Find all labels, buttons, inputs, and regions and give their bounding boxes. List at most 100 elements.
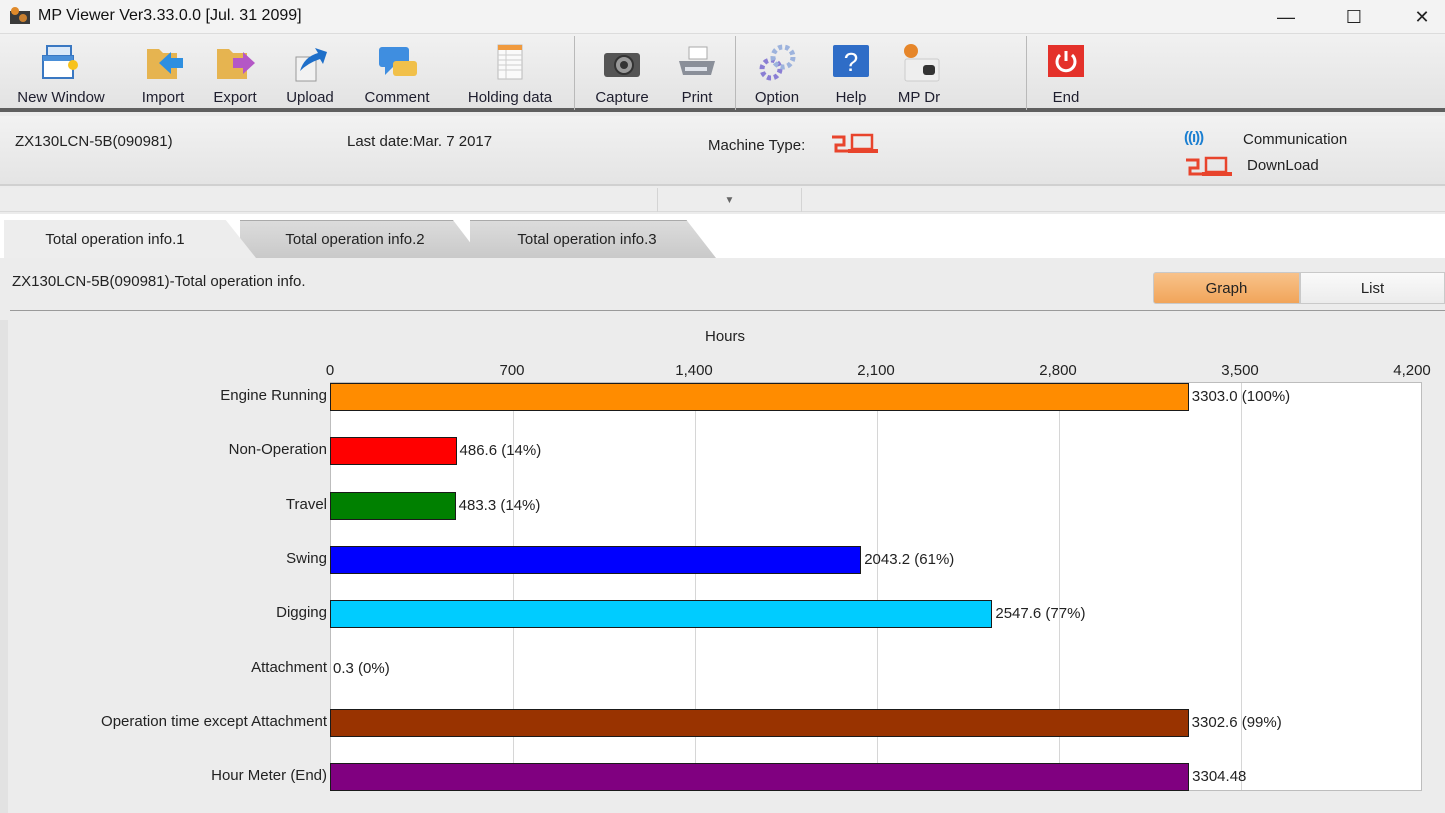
power-icon bbox=[1048, 45, 1084, 77]
import-label: Import bbox=[141, 89, 185, 106]
close-button[interactable]: ✕ bbox=[1388, 0, 1445, 34]
tab-strip: Total operation info.3 Total operation i… bbox=[0, 214, 1445, 258]
download-legend-label: DownLoad bbox=[1247, 157, 1319, 174]
toolbar-separator bbox=[735, 36, 736, 110]
import-button[interactable]: Import bbox=[130, 34, 196, 112]
print-label: Print bbox=[681, 89, 713, 106]
plot-area: 3303.0 (100%) 486.6 (14%) 483.3 (14%) 2043.… bbox=[330, 382, 1422, 792]
end-label: End bbox=[1052, 89, 1080, 106]
window-title: MP Viewer Ver3.33.0.0 [Jul. 31 2099] bbox=[38, 7, 302, 24]
x-axis-title: Hours bbox=[705, 328, 746, 345]
machine-type-label: Machine Type: bbox=[708, 137, 806, 154]
category-label: Operation time except Attachment bbox=[101, 712, 327, 730]
import-folder-icon bbox=[147, 49, 183, 79]
mp-dr-device-icon bbox=[904, 44, 940, 82]
bar-value-label: 0.3 (0%) bbox=[333, 659, 390, 677]
upload-button[interactable]: Upload bbox=[278, 34, 342, 112]
tab-total-operation-info-1[interactable]: Total operation info.1 bbox=[4, 220, 256, 258]
x-tick-label: 2,100 bbox=[857, 362, 895, 379]
help-label: Help bbox=[835, 89, 867, 106]
bar bbox=[330, 383, 1189, 411]
gears-icon bbox=[759, 44, 796, 81]
end-button[interactable]: End bbox=[1038, 34, 1094, 112]
app-icon bbox=[10, 7, 30, 24]
toolbar-separator bbox=[1026, 36, 1027, 110]
download-laptop-icon bbox=[832, 133, 878, 153]
mp-dr-label: MP Dr bbox=[897, 89, 941, 106]
bar-value-label: 2043.2 (61%) bbox=[864, 550, 955, 568]
export-button[interactable]: Export bbox=[204, 34, 266, 112]
title-bar: MP Viewer Ver3.33.0.0 [Jul. 31 2099] — ☐… bbox=[0, 0, 1445, 34]
category-label: Swing bbox=[286, 549, 327, 567]
category-label: Hour Meter (End) bbox=[211, 767, 327, 785]
comment-button[interactable]: Comment bbox=[356, 34, 438, 112]
x-tick-label: 700 bbox=[499, 362, 525, 379]
capture-label: Capture bbox=[595, 89, 649, 106]
category-label: Travel bbox=[285, 495, 327, 513]
x-tick-label: 3,500 bbox=[1221, 362, 1259, 379]
last-date: Last date:Mar. 7 2017 bbox=[347, 133, 493, 150]
spreadsheet-icon bbox=[497, 44, 523, 80]
category-label: Non-Operation bbox=[228, 441, 327, 459]
x-tick-label: 0 bbox=[325, 362, 335, 379]
holding-data-button[interactable]: Holding data bbox=[456, 34, 564, 112]
graph-view-label: Graph bbox=[1205, 279, 1248, 297]
export-label: Export bbox=[213, 89, 257, 106]
bar bbox=[330, 763, 1190, 792]
tab-total-operation-info-2[interactable]: Total operation info.2 bbox=[240, 220, 482, 258]
printer-icon bbox=[679, 46, 715, 75]
chevron-down-icon: ▼ bbox=[724, 194, 735, 206]
minimize-button[interactable]: — bbox=[1252, 0, 1320, 34]
tab-label: Total operation info.2 bbox=[285, 231, 425, 248]
bar bbox=[330, 600, 993, 629]
bar-value-label: 3304.48 bbox=[1192, 768, 1247, 786]
x-tick-label: 4,200 bbox=[1393, 362, 1431, 379]
svg-text:?: ? bbox=[844, 47, 858, 77]
bar-value-label: 483.3 (14%) bbox=[458, 496, 541, 514]
print-button[interactable]: Print bbox=[670, 34, 724, 112]
tab-label: Total operation info.1 bbox=[45, 230, 185, 248]
help-question-icon: ? bbox=[833, 45, 869, 77]
maximize-icon: ☐ bbox=[1345, 6, 1363, 27]
maximize-button[interactable]: ☐ bbox=[1320, 0, 1388, 34]
upload-arrow-icon bbox=[295, 48, 327, 82]
holding-data-label: Holding data bbox=[467, 89, 553, 106]
collapse-bar: ▼ bbox=[0, 188, 1445, 212]
communication-antenna-icon: ((ı)) bbox=[1184, 129, 1204, 146]
bar-value-label: 2547.6 (77%) bbox=[995, 605, 1086, 623]
machine-info-bar: ZX130LCN-5B(090981) Last date:Mar. 7 201… bbox=[0, 116, 1445, 186]
close-icon: ✕ bbox=[1414, 6, 1430, 27]
list-view-button[interactable]: List bbox=[1300, 272, 1445, 304]
capture-button[interactable]: Capture bbox=[586, 34, 658, 112]
option-label: Option bbox=[754, 89, 800, 106]
new-window-button[interactable]: New Window bbox=[8, 34, 114, 112]
panel-title: ZX130LCN-5B(090981)-Total operation info… bbox=[12, 273, 306, 290]
bar bbox=[330, 437, 457, 466]
comment-bubbles-icon bbox=[379, 47, 417, 76]
camera-icon bbox=[604, 53, 640, 77]
help-button[interactable]: ? Help bbox=[826, 34, 876, 112]
list-view-label: List bbox=[1360, 279, 1385, 297]
upload-label: Upload bbox=[286, 89, 334, 106]
graph-view-button[interactable]: Graph bbox=[1153, 272, 1300, 304]
export-folder-icon bbox=[217, 49, 255, 79]
mp-dr-button[interactable]: MP Dr bbox=[890, 34, 948, 112]
operation-hours-chart: Hours 0 700 1,400 2,100 2,800 3,500 4,200 3303… bbox=[0, 320, 1445, 813]
tab-label: Total operation info.3 bbox=[517, 231, 657, 248]
x-tick-label: 2,800 bbox=[1039, 362, 1077, 379]
bar-value-label: 3303.0 (100%) bbox=[1191, 388, 1291, 405]
machine-model: ZX130LCN-5B(090981) bbox=[15, 133, 173, 150]
toolbar-separator bbox=[574, 36, 575, 110]
panel-divider bbox=[10, 310, 1445, 311]
bar-value-label: 486.6 (14%) bbox=[459, 442, 542, 460]
toolbar: New Window Import Export Upload Comment bbox=[0, 34, 1445, 112]
minimize-icon: — bbox=[1277, 6, 1295, 27]
category-label: Attachment bbox=[251, 658, 327, 676]
bar bbox=[330, 545, 862, 574]
option-button[interactable]: Option bbox=[746, 34, 808, 112]
bar bbox=[330, 491, 456, 520]
comment-label: Comment bbox=[364, 89, 430, 106]
tab-total-operation-info-3[interactable]: Total operation info.3 bbox=[470, 220, 716, 258]
collapse-toggle-button[interactable]: ▼ bbox=[657, 188, 802, 212]
category-label: Engine Running bbox=[220, 387, 327, 404]
